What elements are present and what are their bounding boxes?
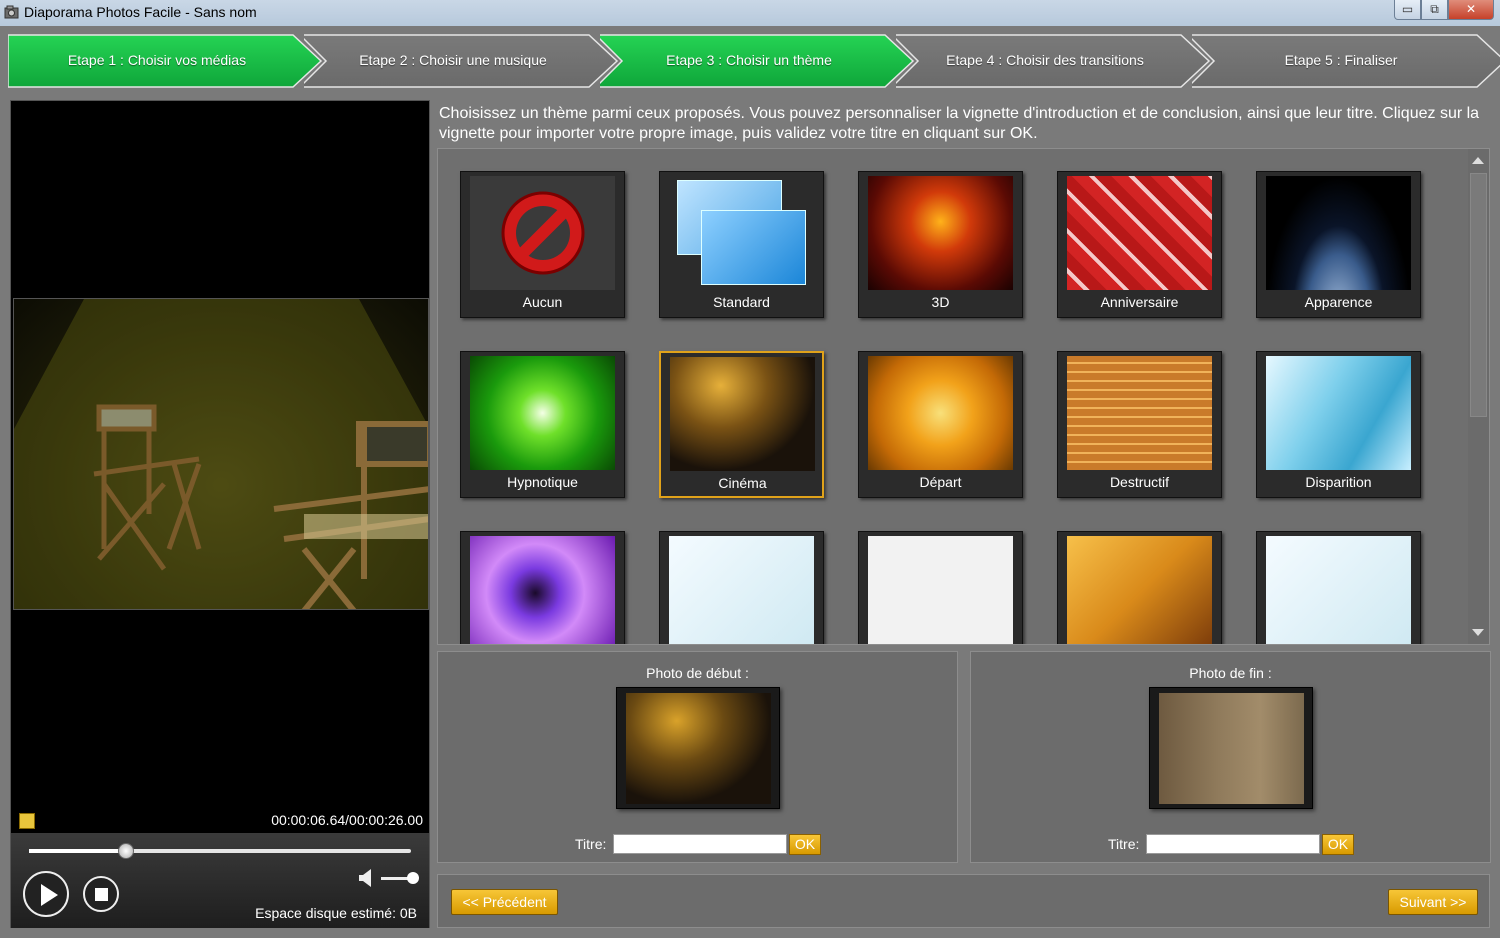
theme-name: 3D — [931, 294, 950, 310]
wizard-step-4[interactable]: Etape 4 : Choisir des transitions — [896, 33, 1211, 89]
theme-thumbnail — [1067, 356, 1212, 470]
theme-tile[interactable] — [460, 531, 625, 644]
theme-thumbnail — [868, 176, 1013, 290]
end-photo-thumbnail[interactable] — [1149, 687, 1313, 809]
theme-tile[interactable]: Hypnotique — [460, 351, 625, 498]
snapshot-icon[interactable] — [19, 813, 35, 829]
theme-tile[interactable] — [1057, 531, 1222, 644]
theme-thumbnail — [669, 536, 814, 644]
theme-thumbnail — [868, 356, 1013, 470]
theme-thumbnail — [669, 176, 814, 290]
wizard-step-3[interactable]: Etape 3 : Choisir un thème — [600, 33, 915, 89]
wizard-step-2[interactable]: Etape 2 : Choisir une musique — [304, 33, 619, 89]
start-title-ok-button[interactable]: OK — [789, 834, 821, 855]
app-icon — [4, 5, 19, 19]
wizard-step-label: Etape 1 : Choisir vos médias — [67, 52, 247, 68]
end-title-label: Titre: — [1108, 836, 1140, 852]
theme-name: Hypnotique — [507, 474, 578, 490]
disk-space-estimate: Espace disque estimé: 0B — [255, 905, 417, 921]
theme-tile[interactable] — [1256, 531, 1421, 644]
wizard-step-5[interactable]: Etape 5 : Finaliser — [1192, 33, 1500, 89]
window-title: Diaporama Photos Facile - Sans nom — [24, 4, 257, 20]
theme-thumbnail — [470, 536, 615, 644]
wizard-step-label: Etape 4 : Choisir des transitions — [946, 52, 1144, 68]
start-photo-label: Photo de début : — [646, 665, 749, 681]
theme-tile[interactable]: Aucun — [460, 171, 625, 318]
theme-tile[interactable] — [858, 531, 1023, 644]
scroll-down-arrow-icon[interactable] — [1472, 629, 1484, 636]
theme-name: Apparence — [1304, 294, 1373, 310]
start-title-input[interactable] — [613, 834, 787, 854]
theme-grid: Aucun Standard 3D Anniversaire Apparence Hypn… — [437, 148, 1490, 645]
theme-tile[interactable]: Départ — [858, 351, 1023, 498]
instructions-text: Choisissez un thème parmi ceux proposés.… — [439, 105, 1480, 142]
end-photo-label: Photo de fin : — [1189, 665, 1272, 681]
navigation-bar: << Précédent Suivant >> — [437, 874, 1490, 928]
theme-tile[interactable]: Disparition — [1256, 351, 1421, 498]
theme-thumbnail — [1266, 356, 1411, 470]
player-controls: Espace disque estimé: 0B — [11, 833, 429, 928]
theme-tile[interactable]: Destructif — [1057, 351, 1222, 498]
theme-thumbnail — [1266, 536, 1411, 644]
end-title-input[interactable] — [1146, 834, 1320, 854]
wizard-step-label: Etape 2 : Choisir une musique — [359, 52, 547, 68]
title-bar: Diaporama Photos Facile - Sans nom ▭ ⧉ ✕ — [0, 0, 1500, 26]
maximize-button[interactable]: ⧉ — [1421, 0, 1448, 20]
windows-icon — [669, 176, 814, 290]
theme-thumbnail — [470, 176, 615, 290]
theme-name: Anniversaire — [1100, 294, 1179, 310]
theme-tile[interactable]: 3D — [858, 171, 1023, 318]
theme-tile[interactable]: Apparence — [1256, 171, 1421, 318]
previous-button[interactable]: << Précédent — [451, 889, 558, 915]
video-preview: 00:00:06.64/00:00:26.00 Espace disque es… — [10, 100, 430, 928]
no-entry-icon — [501, 191, 584, 275]
theme-thumbnail — [1266, 176, 1411, 290]
theme-name: Destructif — [1109, 474, 1170, 490]
end-photo-panel: Photo de fin : Titre: OK — [970, 651, 1491, 863]
wizard-step-label: Etape 5 : Finaliser — [1284, 52, 1398, 68]
volume-handle[interactable] — [407, 872, 419, 884]
theme-tile[interactable] — [659, 531, 824, 644]
theme-tile[interactable]: Cinéma — [659, 351, 824, 498]
theme-name: Disparition — [1305, 474, 1372, 490]
theme-thumbnail — [1067, 536, 1212, 644]
theme-name: Départ — [919, 474, 962, 490]
scroll-thumb[interactable] — [1470, 173, 1487, 417]
start-title-label: Titre: — [575, 836, 607, 852]
stop-button[interactable] — [83, 876, 119, 912]
wizard-step-label: Etape 3 : Choisir un thème — [666, 52, 832, 68]
seek-handle[interactable] — [118, 843, 135, 859]
seek-slider[interactable] — [29, 843, 411, 859]
scroll-up-arrow-icon[interactable] — [1472, 157, 1484, 164]
start-photo-thumbnail[interactable] — [616, 687, 780, 809]
minimize-button[interactable]: ▭ — [1394, 0, 1421, 20]
theme-name: Aucun — [522, 294, 563, 310]
theme-name: Standard — [713, 294, 770, 310]
timecode: 00:00:06.64/00:00:26.00 — [271, 812, 423, 828]
theme-thumbnail — [470, 356, 615, 470]
theme-tile[interactable]: Anniversaire — [1057, 171, 1222, 318]
close-button[interactable]: ✕ — [1448, 0, 1494, 20]
wizard-steps: Etape 1 : Choisir vos médias Etape 2 : Ch… — [8, 33, 1500, 89]
wizard-step-1[interactable]: Etape 1 : Choisir vos médias — [8, 33, 323, 89]
scrollbar[interactable] — [1468, 149, 1489, 644]
start-photo-panel: Photo de début : Titre: OK — [437, 651, 958, 863]
theme-thumbnail — [1067, 176, 1212, 290]
end-title-ok-button[interactable]: OK — [1322, 834, 1354, 855]
preview-frame — [13, 298, 429, 610]
theme-thumbnail — [868, 536, 1013, 644]
theme-thumbnail — [670, 357, 815, 471]
speaker-icon[interactable] — [359, 869, 373, 887]
theme-name: Cinéma — [718, 475, 767, 491]
theme-tile[interactable]: Standard — [659, 171, 824, 318]
play-button[interactable] — [23, 871, 69, 917]
next-button[interactable]: Suivant >> — [1388, 889, 1478, 915]
seek-progress — [29, 849, 127, 853]
